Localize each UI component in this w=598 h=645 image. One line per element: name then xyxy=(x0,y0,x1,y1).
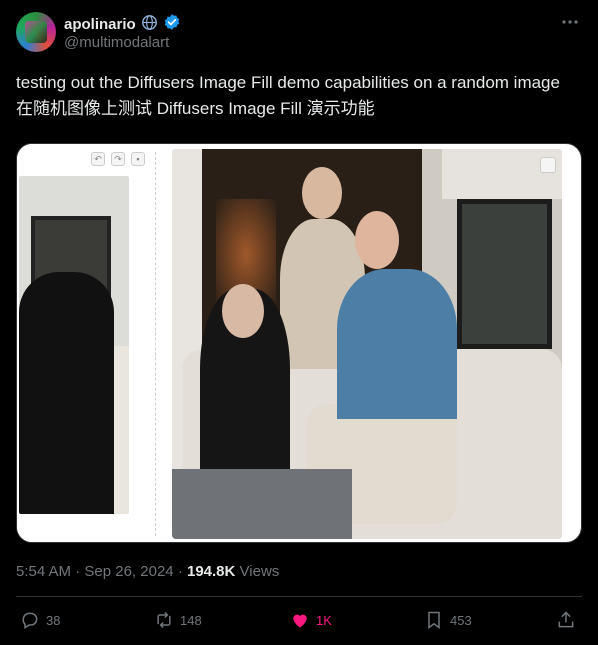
tweet-media[interactable]: ↶ ↷ ▪ xyxy=(16,143,582,543)
bookmark-icon xyxy=(428,611,440,629)
tweet-text-line-2: 在随机图像上测试 Diffusers Image Fill 演示功能 xyxy=(16,99,375,118)
undo-icon: ↶ xyxy=(91,152,105,166)
heart-icon xyxy=(293,614,307,628)
reply-button[interactable]: 38 xyxy=(20,610,60,630)
image-tools: ↶ ↷ ▪ xyxy=(91,152,145,166)
panel-divider xyxy=(155,152,156,536)
divider xyxy=(16,596,582,597)
avatar[interactable] xyxy=(16,12,56,52)
tweet-meta: 5:54 AM · Sep 26, 2024 · 194.8K Views xyxy=(16,563,279,580)
like-count: 1K xyxy=(316,612,332,628)
download-icon xyxy=(540,157,556,173)
action-bar: 38 148 1K 453 xyxy=(16,606,582,636)
verified-badge-icon xyxy=(163,13,181,36)
tweet-time[interactable]: 5:54 AM xyxy=(16,563,71,580)
meta-separator: · xyxy=(75,563,81,580)
share-button[interactable] xyxy=(556,610,576,630)
views-label: Views xyxy=(239,563,280,580)
retweet-icon xyxy=(157,611,171,629)
retweet-count: 148 xyxy=(180,612,202,628)
tweet-date[interactable]: Sep 26, 2024 xyxy=(84,563,173,580)
reply-icon xyxy=(22,612,38,629)
meta-separator-2: · xyxy=(177,563,183,580)
input-image-panel: ↶ ↷ ▪ xyxy=(17,144,165,542)
share-icon xyxy=(558,611,574,628)
bookmark-count: 453 xyxy=(450,612,472,628)
views-count: 194.8K xyxy=(186,563,236,580)
output-image xyxy=(172,149,562,539)
author-name-row: apolinario xyxy=(64,13,181,36)
tweet-text-line-1: testing out the Diffusers Image Fill dem… xyxy=(16,73,560,92)
input-image xyxy=(19,176,129,514)
display-name[interactable]: apolinario xyxy=(64,16,136,33)
redo-icon: ↷ xyxy=(111,152,125,166)
reply-count: 38 xyxy=(46,612,61,628)
trash-icon: ▪ xyxy=(131,152,145,166)
tweet-text: testing out the Diffusers Image Fill dem… xyxy=(16,70,582,122)
globe-icon xyxy=(141,14,158,36)
bookmark-button[interactable]: 453 xyxy=(424,610,472,630)
more-options-icon[interactable] xyxy=(558,12,582,32)
author-handle[interactable]: @multimodalart xyxy=(64,34,169,51)
retweet-button[interactable]: 148 xyxy=(154,610,202,630)
like-button[interactable]: 1K xyxy=(290,610,332,630)
